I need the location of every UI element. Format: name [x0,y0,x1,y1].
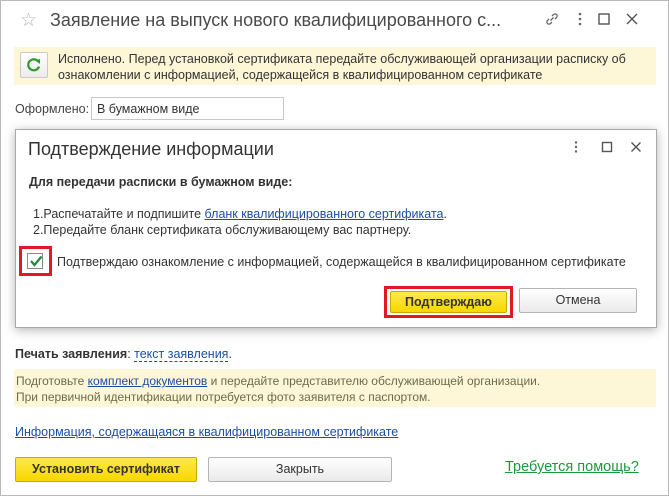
notice-text: Исполнено. Перед установкой сертификата … [58,52,626,82]
step-1: 1.Распечатайте и подпишите бланк квалифи… [33,206,447,222]
more-icon[interactable] [570,11,590,31]
certificate-form-link[interactable]: бланк квалифицированного сертификата [205,207,444,221]
hint-text: Подготовьте комплект документов и переда… [16,373,646,405]
documents-kit-link[interactable]: комплект документов [88,374,208,388]
cancel-button[interactable]: Отмена [519,288,637,313]
certificate-info-link[interactable]: Информация, содержащаяся в квалифицирова… [15,425,398,439]
step-2: 2.Передайте бланк сертификата обслуживаю… [33,223,412,237]
hint-part1: Подготовьте [16,374,88,388]
step1-text: 1.Распечатайте и подпишите [33,207,205,221]
close-button[interactable]: Закрыть [208,457,392,482]
print-label: Печать заявления [15,347,128,361]
dialog-title: Подтверждение информации [28,139,274,159]
hint-part2: и передайте представителю обслуживающей … [207,374,541,388]
main-window: ☆ Заявление на выпуск нового квалифициро… [0,0,669,496]
dialog-subtitle: Для передачи расписки в бумажном виде: [29,175,293,189]
confirm-checkbox[interactable] [27,253,43,269]
link-icon[interactable] [542,11,562,31]
dialog-maximize-icon[interactable] [598,140,616,158]
dialog-more-icon[interactable] [567,140,585,158]
issued-field[interactable]: В бумажном виде [91,97,284,120]
issued-label: Оформлено: [15,102,90,116]
window-title: Заявление на выпуск нового квалифицирова… [50,10,502,30]
dialog-close-icon[interactable] [627,140,645,158]
hint-box: Подготовьте комплект документов и переда… [14,369,656,407]
install-certificate-button[interactable]: Установить сертификат [15,457,197,482]
titlebar: ☆ Заявление на выпуск нового квалифициро… [1,1,668,41]
help-link[interactable]: Требуется помощь? [505,459,639,475]
print-application-row: Печать заявления: текст заявления. [15,347,232,362]
close-icon[interactable] [622,11,642,31]
step1-dot: . [443,207,447,221]
star-icon[interactable]: ☆ [20,11,37,30]
maximize-icon[interactable] [594,11,614,31]
confirm-checkbox-label[interactable]: Подтверждаю ознакомление с информацией, … [57,255,626,269]
confirmation-dialog: Подтверждение информации Для передачи ра… [15,129,657,328]
hint-line2: При первичной идентификации потребуется … [16,390,431,404]
status-notice: Исполнено. Перед установкой сертификата … [14,47,656,85]
application-text-link[interactable]: текст заявления [134,347,229,362]
refresh-button[interactable] [20,52,48,78]
confirm-button[interactable]: Подтверждаю [390,291,507,313]
refresh-icon [27,58,41,72]
dialog-steps: 1.Распечатайте и подпишите бланк квалифи… [33,206,447,238]
checkmark-icon [30,255,43,267]
print-dot: . [228,347,232,361]
